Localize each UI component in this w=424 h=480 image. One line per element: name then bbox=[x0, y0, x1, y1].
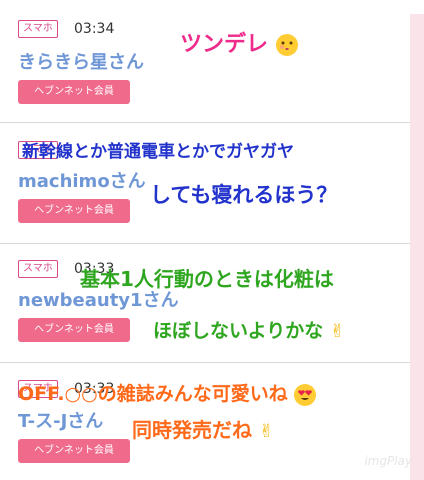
heart-eyes-emoji-icon bbox=[294, 383, 317, 406]
sticker-text-tsundere: ツンデレ bbox=[180, 26, 298, 58]
member-button[interactable]: ヘブンネット会員 bbox=[18, 439, 130, 463]
sticker-text: ほぼしないよりかな bbox=[153, 320, 324, 342]
sticker-text: 同時発売だね bbox=[132, 418, 252, 442]
user-name[interactable]: きらきら星さん bbox=[18, 48, 144, 74]
sticker-text-magazine: OFF.○○の雑誌みんな可愛いね bbox=[18, 379, 317, 406]
member-button[interactable]: ヘブンネット会員 bbox=[18, 80, 130, 104]
scrollbar[interactable] bbox=[410, 14, 424, 480]
watermark: imgPlay bbox=[364, 454, 412, 468]
sticker-text: ツンデレ bbox=[180, 32, 269, 57]
device-tag: スマホ bbox=[18, 20, 58, 38]
post-card[interactable]: スマホ 03:34 きらきら星さん ヘブンネット会員 bbox=[0, 0, 410, 122]
sticker-text-rarely: ほぼしないよりかな ✌ bbox=[153, 316, 345, 343]
sticker-text: OFF.○○の雑誌みんな可愛いね bbox=[18, 383, 288, 405]
kiss-emoji-icon bbox=[275, 34, 298, 56]
member-button[interactable]: ヘブンネット会員 bbox=[18, 318, 130, 342]
sticker-text-makeup: 基本1人行動のときは化粧は bbox=[80, 267, 334, 291]
sticker-text-train: 新幹線とか普通電車とかでガヤガヤ bbox=[22, 142, 294, 162]
device-tag: スマホ bbox=[18, 260, 58, 278]
user-name[interactable]: machimoさん bbox=[18, 167, 146, 193]
post-card[interactable]: スマホ 03:33 newbeauty1さん ヘブンネット会員 bbox=[0, 244, 410, 362]
sticker-text-sleep: しても寝れるほう？ bbox=[150, 183, 338, 207]
victory-hand-icon: ✌ bbox=[329, 321, 345, 342]
sticker-text-release: 同時発売だね ✌ bbox=[132, 414, 274, 443]
victory-hand-icon: ✌ bbox=[258, 421, 275, 442]
member-button[interactable]: ヘブンネット会員 bbox=[18, 199, 130, 223]
user-name[interactable]: T-ス-Jさん bbox=[18, 407, 103, 433]
post-time: 03:34 bbox=[74, 21, 115, 37]
